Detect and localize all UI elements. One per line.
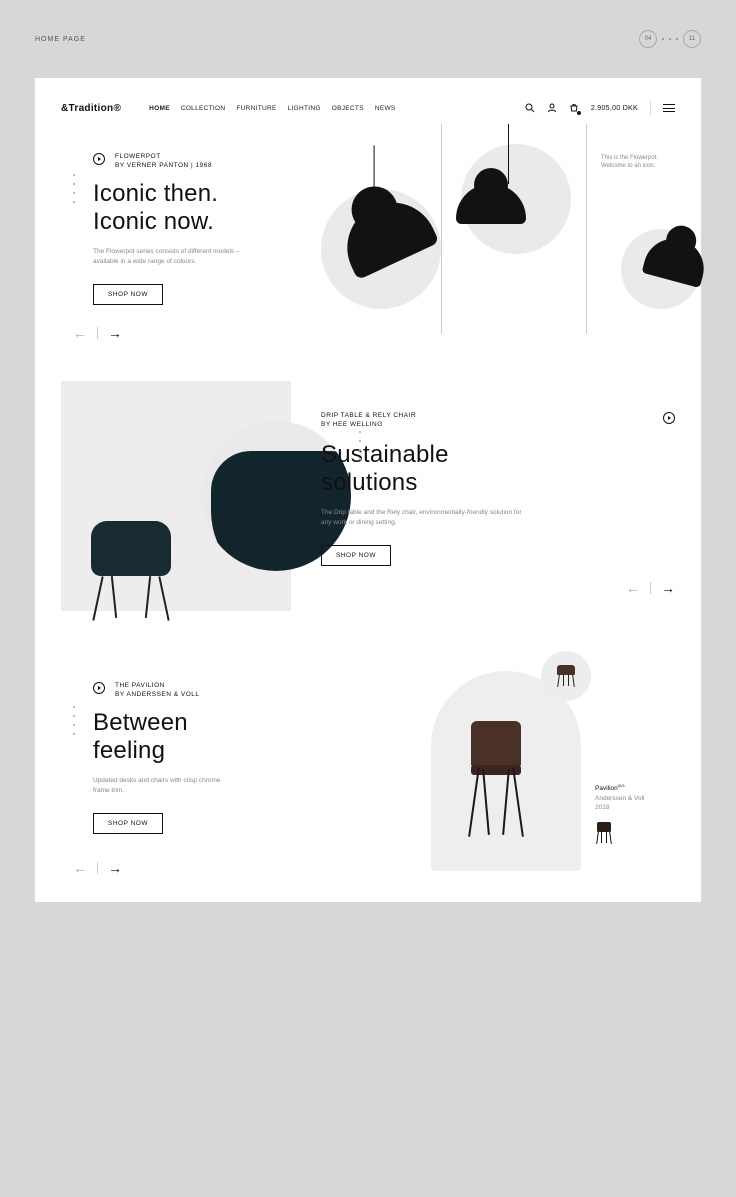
cart-amount: 2.905,00 DKK xyxy=(591,105,638,112)
flowerpot-lamp xyxy=(646,239,706,281)
search-icon[interactable] xyxy=(525,103,535,113)
dot-icon xyxy=(676,38,678,40)
sec3-body: Updated desks and chairs with crisp chro… xyxy=(93,776,223,796)
slider-nav: ← → xyxy=(321,580,675,596)
nav-link-furniture[interactable]: FURNITURE xyxy=(236,105,276,112)
hero-body: The Flowerpot series consists of differe… xyxy=(93,247,263,267)
dot-icon xyxy=(669,38,671,40)
hero-kicker: FLOWERPOT BY VERNER PANTON | 1968 xyxy=(115,152,212,170)
website-canvas: &Tradition® HOME COLLECTION FURNITURE LI… xyxy=(35,78,701,902)
flowerpot-lamp xyxy=(341,204,431,264)
pagination: 04 11 xyxy=(639,30,701,48)
nav-link-home[interactable]: HOME xyxy=(149,105,170,112)
progress-dots xyxy=(73,174,75,203)
cart-icon[interactable] xyxy=(569,103,579,113)
hero-note: This is the Flowerpot. Welcome to an ico… xyxy=(601,154,681,171)
account-icon[interactable] xyxy=(547,103,557,113)
page-current: 04 xyxy=(639,30,657,48)
arrow-right-icon[interactable]: → xyxy=(108,860,122,876)
sustainable-section: DRIP TABLE & RELY CHAIR BY HEE WELLING S… xyxy=(35,381,701,651)
sec2-body: The Drip table and the Rely chair, envir… xyxy=(321,508,531,528)
pavilion-meta: PavilionAV1 Anderssen & Voll 2018 xyxy=(595,783,675,845)
progress-dots xyxy=(73,706,75,735)
hero-visual: This is the Flowerpot. Welcome to an ico… xyxy=(351,134,681,334)
divider xyxy=(650,100,651,116)
arrow-left-icon[interactable]: ← xyxy=(73,860,87,876)
divider xyxy=(650,582,651,594)
brand-logo[interactable]: &Tradition® xyxy=(61,103,121,114)
flowerpot-lamp xyxy=(491,124,526,224)
divider xyxy=(97,327,98,339)
dot-icon xyxy=(662,38,664,40)
arrow-left-icon[interactable]: ← xyxy=(626,580,640,596)
divider xyxy=(97,862,98,874)
play-icon[interactable] xyxy=(93,682,105,694)
hero-section: FLOWERPOT BY VERNER PANTON | 1968 Iconic… xyxy=(35,134,701,381)
menu-icon[interactable] xyxy=(663,104,675,112)
shop-now-button[interactable]: SHOP NOW xyxy=(321,545,391,566)
sec2-kicker: DRIP TABLE & RELY CHAIR BY HEE WELLING xyxy=(321,411,675,429)
shop-now-button[interactable]: SHOP NOW xyxy=(93,813,163,834)
page-label: HOME PAGE xyxy=(35,36,86,43)
nav-link-objects[interactable]: OBJECTS xyxy=(332,105,364,112)
chair-image xyxy=(61,381,291,611)
navbar: &Tradition® HOME COLLECTION FURNITURE LI… xyxy=(35,100,701,134)
nav-link-lighting[interactable]: LIGHTING xyxy=(288,105,321,112)
pavilion-section: THE PAVILION BY ANDERSSEN & VOLL Between… xyxy=(35,651,701,876)
arrow-right-icon[interactable]: → xyxy=(661,580,675,596)
nav-link-news[interactable]: NEWS xyxy=(375,105,396,112)
nav-links: HOME COLLECTION FURNITURE LIGHTING OBJEC… xyxy=(149,105,395,112)
shop-now-button[interactable]: SHOP NOW xyxy=(93,284,163,305)
arrow-right-icon[interactable]: → xyxy=(108,325,122,341)
page-total: 11 xyxy=(683,30,701,48)
progress-dots xyxy=(359,431,671,460)
pavilion-chair xyxy=(471,721,521,767)
sec3-kicker: THE PAVILION BY ANDERSSEN & VOLL xyxy=(115,681,200,699)
pavilion-visual xyxy=(421,651,601,871)
pavilion-thumbnail[interactable] xyxy=(541,651,591,701)
play-icon[interactable] xyxy=(663,412,675,424)
arrow-left-icon[interactable]: ← xyxy=(73,325,87,341)
pavilion-thumbnail-small xyxy=(595,822,613,846)
nav-link-collection[interactable]: COLLECTION xyxy=(181,105,226,112)
play-icon[interactable] xyxy=(93,153,105,165)
